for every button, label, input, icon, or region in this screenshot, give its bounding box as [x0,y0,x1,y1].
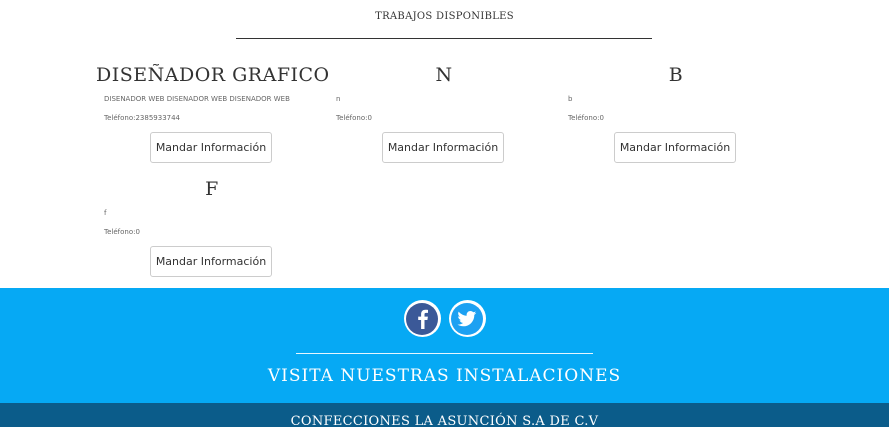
send-info-button[interactable]: Mandar Información [382,132,504,163]
job-phone: Teléfono:0 [336,114,372,122]
job-description: f [104,209,107,217]
send-info-button[interactable]: Mandar Información [150,246,272,277]
jobs-section: TRABAJOS DISPONIBLES DISEÑADOR GRAFICO D… [0,0,889,288]
footer: CONFECCIONES LA ASUNCIÓN S.A DE C.V [0,403,889,427]
job-title: F [205,178,219,200]
job-title: N [435,64,453,86]
job-description: DISEÑADOR WEB DISEÑADOR WEB DISEÑADOR WE… [104,95,290,103]
social-band: VISITA NUESTRAS INSTALACIONES [0,288,889,403]
facebook-link[interactable] [403,300,441,337]
band-title: VISITA NUESTRAS INSTALACIONES [267,366,622,386]
job-title: B [668,64,684,86]
band-divider [296,353,593,354]
social-links [0,300,889,337]
title-divider [236,38,652,39]
twitter-icon [451,302,483,335]
facebook-icon [406,302,438,335]
send-info-button[interactable]: Mandar Información [614,132,736,163]
send-info-button[interactable]: Mandar Información [150,132,272,163]
job-title: DISEÑADOR GRAFICO [96,64,330,86]
footer-company-name: CONFECCIONES LA ASUNCIÓN S.A DE C.V [290,414,599,427]
job-description: b [568,95,573,103]
job-phone: Teléfono:0 [104,228,140,236]
job-description: n [336,95,341,103]
job-phone: Teléfono:0 [568,114,604,122]
job-phone: Teléfono:2385933744 [104,114,181,122]
twitter-link[interactable] [448,300,486,337]
section-title: TRABAJOS DISPONIBLES [375,11,514,22]
